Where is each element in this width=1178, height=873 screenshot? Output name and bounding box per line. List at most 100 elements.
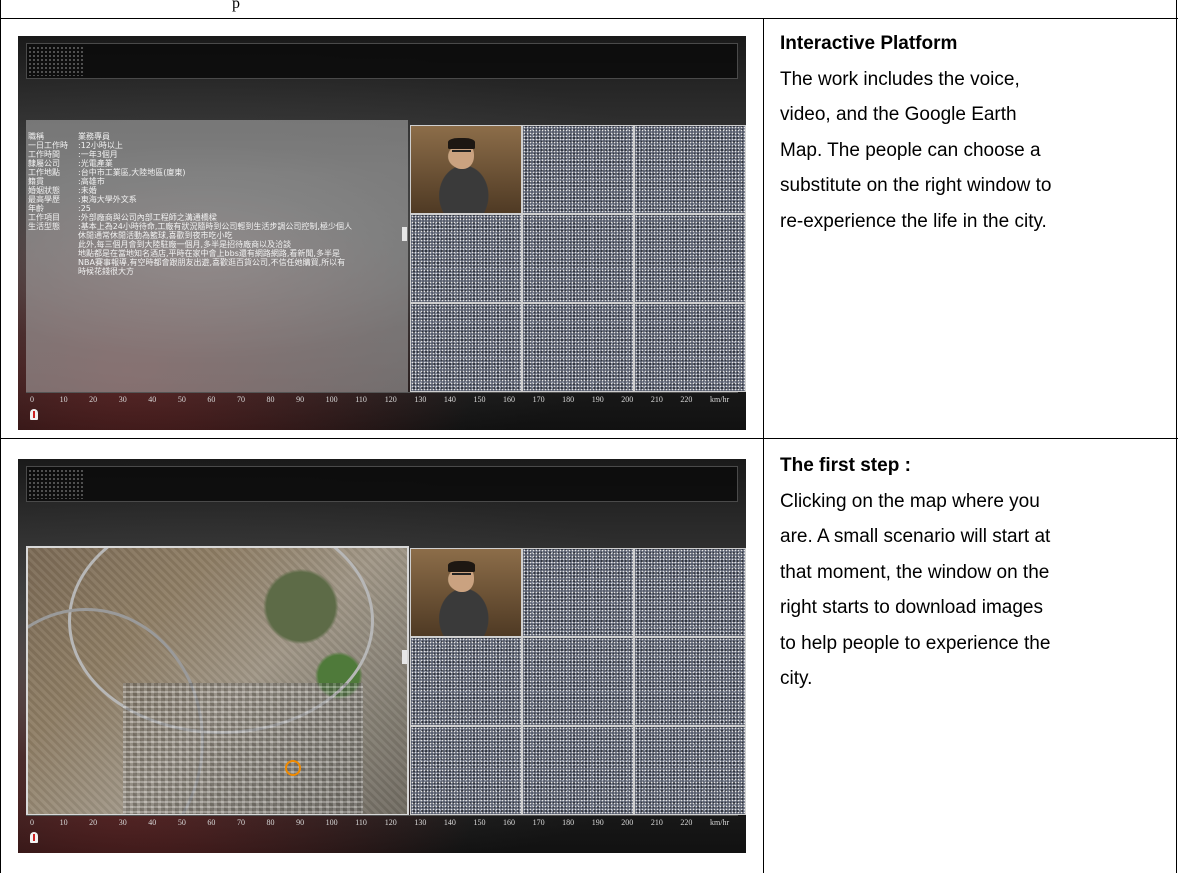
profile-info-key: 年齡 <box>28 204 44 213</box>
screenshot-first-step: 0 10 20 30 40 50 60 70 80 90 100 110 120 130 140 150 160… <box>18 459 746 853</box>
body-line: The work includes the voice, <box>780 68 1020 90</box>
profile-info-row: 時候花錢很大方 <box>26 267 134 276</box>
video-cell-static[interactable] <box>523 304 633 391</box>
speed-tick-label: 40 <box>148 818 157 827</box>
substitute-video-grid[interactable] <box>410 125 746 392</box>
profile-info-row: 年齡 :25 <box>26 204 91 213</box>
speed-tick-label: 220 <box>680 818 693 827</box>
speed-tick-label: 150 <box>473 818 486 827</box>
body-line: right starts to download images <box>780 597 1043 618</box>
speed-tick-label: 200 <box>621 818 634 827</box>
video-cell-static[interactable] <box>635 638 745 725</box>
speed-tick-label: 60 <box>207 818 216 827</box>
panel-toggle-handle[interactable] <box>402 650 407 664</box>
video-cell-static[interactable] <box>523 215 633 302</box>
panel-toggle-handle[interactable] <box>402 227 407 241</box>
profile-info-row: 職稱 業務專員 <box>26 132 110 141</box>
video-cell-static[interactable] <box>635 304 745 391</box>
speed-tick-label: 60 <box>207 395 216 404</box>
profile-info-key: 工作時間 <box>28 150 60 159</box>
video-cell-person[interactable] <box>411 126 521 213</box>
description-interactive-platform: Interactive Platform The work includes t… <box>780 26 1175 239</box>
speed-tick-label: 170 <box>532 818 545 827</box>
speed-tick-label: 140 <box>443 395 456 404</box>
video-cell-static[interactable] <box>635 549 745 636</box>
video-cell-static[interactable] <box>523 727 633 814</box>
speed-tick-label: 30 <box>118 395 127 404</box>
speed-tick-label: 170 <box>532 395 545 404</box>
speed-tick-label: 50 <box>177 395 186 404</box>
video-cell-static[interactable] <box>411 727 521 814</box>
speed-tick-label: 100 <box>325 818 338 827</box>
profile-info-row: 一日工作時:12小時以上 <box>26 141 123 150</box>
speed-tick-label: 160 <box>503 395 516 404</box>
speed-tick-label: 0 <box>30 395 34 404</box>
table-border-column <box>763 18 764 873</box>
profile-info-row: 工作地點 :台中市工業區,大陸地區(廈東) <box>26 168 185 177</box>
speed-tick-label: 150 <box>473 395 486 404</box>
satellite-map[interactable] <box>26 546 409 816</box>
speed-needle-icon[interactable] <box>30 832 38 843</box>
video-cell-static[interactable] <box>635 215 745 302</box>
screenshot-interactive-platform: 職稱 業務專員 一日工作時:12小時以上 工作時間:一年3個月 隸屬公司:光電產業 工作地… <box>18 36 746 430</box>
speed-tick-label: 40 <box>148 395 157 404</box>
video-cell-person[interactable] <box>411 549 521 636</box>
profile-info-value: :一年3個月 <box>78 150 118 159</box>
profile-info-key: 生活型態 <box>28 222 60 231</box>
body-line: Clicking on the map where you <box>780 490 1040 512</box>
table-border-top <box>0 18 1178 19</box>
body-line: Map. The people can choose a <box>780 139 1041 161</box>
map-location-marker-icon[interactable] <box>285 760 301 776</box>
speed-tick-label: 120 <box>384 818 397 827</box>
profile-info-value: :25 <box>78 204 91 213</box>
dot-grid-logo <box>28 469 84 499</box>
profile-info-row: 婚姻狀態:未婚 <box>26 186 97 195</box>
video-cell-static[interactable] <box>411 638 521 725</box>
video-cell-static[interactable] <box>635 727 745 814</box>
profile-info-row: 此外,每三個月會到大陸駐廠一個月,多半是招待廠商以及洽談 <box>26 240 291 249</box>
profile-info-row: 籍貫:高雄市 <box>26 177 105 186</box>
speed-tick-label: 110 <box>355 818 367 827</box>
profile-info-value: :台中市工業區,大陸地區(廈東) <box>78 168 186 177</box>
profile-info-key: 婚姻狀態 <box>28 186 60 195</box>
speed-tick-label: 70 <box>236 395 245 404</box>
profile-info-key: 最高學歷 <box>28 195 60 204</box>
speed-tick-label: 200 <box>621 395 634 404</box>
speed-tick-label: 0 <box>30 818 34 827</box>
profile-info-value: :高雄市 <box>78 177 105 186</box>
description-first-step: The first step : Clicking on the map whe… <box>780 448 1175 697</box>
speed-tick-label: 30 <box>118 818 127 827</box>
substitute-video-grid[interactable] <box>410 548 746 815</box>
profile-info-row: 生活型態:基本上為24小時待命,工廠有狀況隨時到公司輕到生活步調公司控制,極少個… <box>26 222 352 231</box>
profile-info-row: 工作時間 :一年3個月 <box>26 150 118 159</box>
dot-grid-logo <box>28 46 84 76</box>
video-cell-static[interactable] <box>411 304 521 391</box>
body-line: that moment, the window on the <box>780 561 1050 583</box>
top-caption: p <box>232 0 240 12</box>
speed-bar: 0 10 20 30 40 50 60 70 80 90 100 110 120 130 140 150 160… <box>26 392 738 423</box>
screenshot-top-bar <box>26 466 738 502</box>
speed-tick-label: 70 <box>236 818 245 827</box>
video-cell-static[interactable] <box>635 126 745 213</box>
profile-info-key: 工作地點 <box>28 168 60 177</box>
map-urban-area <box>123 683 363 814</box>
speed-tick-label: 100 <box>325 395 338 404</box>
body-line: re-experience the life in the city. <box>780 210 1047 232</box>
video-cell-static[interactable] <box>411 215 521 302</box>
speed-needle-icon[interactable] <box>30 409 38 420</box>
video-cell-static[interactable] <box>523 549 633 636</box>
speed-tick-label: 20 <box>89 818 98 827</box>
profile-info-row: 最高學歷:東海大學外文系 <box>26 195 137 204</box>
speed-tick-label: 220 <box>680 395 693 404</box>
speed-tick-label: 80 <box>266 818 275 827</box>
video-cell-static[interactable] <box>523 638 633 725</box>
body-line: to help people to experience the <box>780 632 1051 654</box>
speed-tick-label: 20 <box>89 395 98 404</box>
profile-info-key: 職稱 <box>28 132 44 141</box>
profile-info-value: 此外,每三個月會到大陸駐廠一個月,多半是招待廠商以及洽談 <box>78 240 292 249</box>
table-border-right <box>1176 0 1177 873</box>
speed-tick-label: 190 <box>591 818 604 827</box>
video-cell-static[interactable] <box>523 126 633 213</box>
table-border-middle <box>0 438 1178 439</box>
section-title: Interactive Platform <box>780 33 958 54</box>
